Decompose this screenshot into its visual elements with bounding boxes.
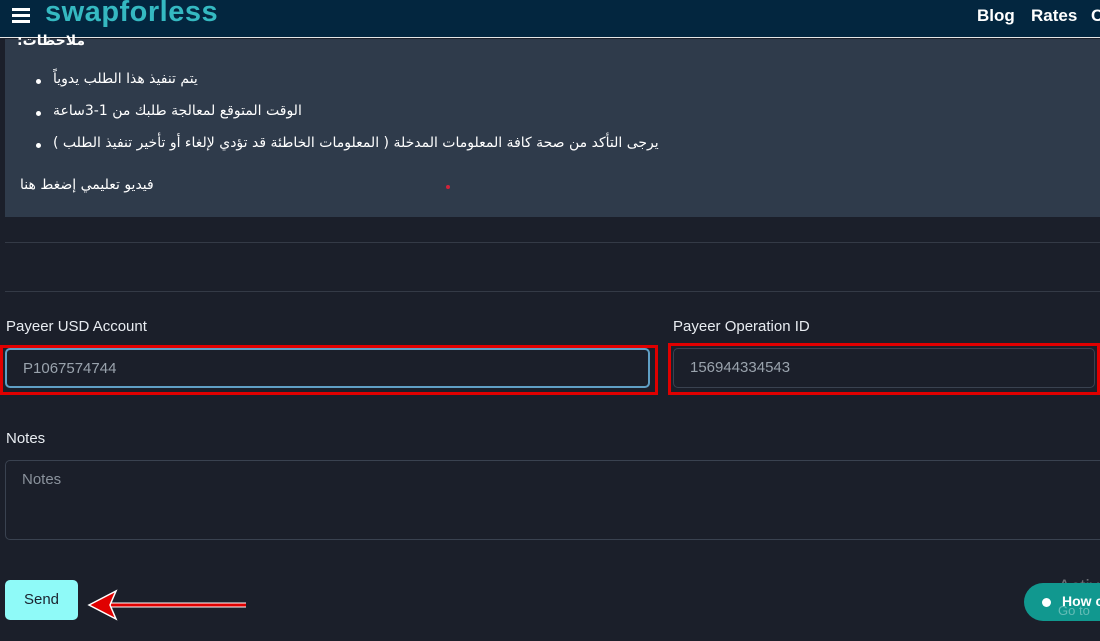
payeer-operation-label: Payeer Operation ID: [673, 318, 810, 335]
logo[interactable]: swapforless: [45, 0, 218, 29]
highlight-box: [0, 345, 658, 395]
list-item: يتم تنفيذ هذا الطلب يدوياً: [5, 71, 745, 103]
notes-list: يتم تنفيذ هذا الطلب يدوياً الوقت المتوقع…: [5, 71, 745, 167]
chat-status-dot-icon: [1042, 598, 1051, 607]
nav-more[interactable]: C: [1091, 6, 1100, 26]
video-tutorial-link[interactable]: فيديو تعليمي إضغط هنا: [20, 177, 154, 193]
top-header: swapforless Blog Rates C: [0, 0, 1100, 38]
list-item-text: يرجى التأكد من صحة كافة المعلومات المدخل…: [53, 135, 659, 151]
divider: [5, 242, 1100, 243]
notes-info-box: ملاحظات: يتم تنفيذ هذا الطلب يدوياً الوق…: [5, 33, 1100, 217]
list-item-text: يتم تنفيذ هذا الطلب يدوياً: [53, 71, 198, 87]
notes-textarea[interactable]: Notes: [5, 460, 1100, 540]
nav-rates[interactable]: Rates: [1031, 6, 1077, 26]
send-button[interactable]: Send: [5, 580, 78, 620]
highlight-box: [668, 343, 1100, 395]
list-item: يرجى التأكد من صحة كافة المعلومات المدخل…: [5, 135, 745, 167]
divider: [5, 291, 1100, 292]
payeer-account-label: Payeer USD Account: [6, 318, 147, 335]
notes-label: Notes: [6, 430, 46, 447]
list-item-text: الوقت المتوقع لمعالجة طلبك من 1-3ساعة: [53, 103, 302, 119]
activation-watermark-sub: Go to: [1058, 603, 1090, 618]
red-arrow-annotation: [87, 589, 246, 621]
red-dot-marker: [446, 185, 450, 189]
notes-heading: ملاحظات:: [17, 33, 85, 49]
nav-blog[interactable]: Blog: [977, 6, 1015, 26]
list-item: الوقت المتوقع لمعالجة طلبك من 1-3ساعة: [5, 103, 745, 135]
hamburger-menu-icon[interactable]: [12, 8, 30, 24]
